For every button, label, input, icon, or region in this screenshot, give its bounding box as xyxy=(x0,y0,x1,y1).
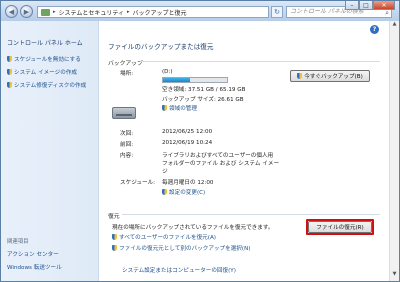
restore-description: 現在の場所にバックアップされているファイルを復元できます。 xyxy=(112,225,274,231)
last-value: 2012/06/19 10:24 xyxy=(162,140,213,146)
select-other-backup-link[interactable]: ファイルの復元元として別のバックアップを選択(N) xyxy=(112,244,250,252)
forward-arrow-icon: ▶ xyxy=(23,7,30,16)
sidebar-item-repair-disc[interactable]: システム修復ディスクの作成 xyxy=(7,81,86,89)
sidebar-item-action-center[interactable]: アクション センター xyxy=(7,250,59,258)
shield-icon xyxy=(112,234,117,240)
vertical-scrollbar[interactable]: ▲ ▼ xyxy=(389,21,399,281)
shield-icon xyxy=(112,245,117,251)
help-icon[interactable]: ? xyxy=(370,25,379,34)
select-other-backup-label: ファイルの復元元として別のバックアップを選択(N) xyxy=(119,246,251,252)
section-divider xyxy=(122,214,380,215)
contents-value-line2: フォルダーのファイル および システム イメー xyxy=(162,161,280,167)
scroll-down-icon[interactable]: ▼ xyxy=(390,271,399,280)
free-space-text: 空き領域: 37.51 GB / 65.19 GB xyxy=(162,87,246,93)
close-button[interactable]: ✕ xyxy=(373,1,395,10)
minimize-button[interactable]: – xyxy=(345,1,359,10)
contents-value-line1: ライブラリおよびすべてのユーザーの個人用 xyxy=(162,153,274,159)
restore-section-heading: 復元 xyxy=(108,214,120,220)
address-bar[interactable]: ▸ システムとセキュリティ ▸ バックアップと復元 xyxy=(37,6,269,18)
forward-button[interactable]: ▶ xyxy=(20,5,33,18)
contents-label: 内容: xyxy=(120,153,134,159)
page-title: ファイルのバックアップまたは復元 xyxy=(108,43,214,51)
restore-files-button[interactable]: ファイルの復元(R) xyxy=(308,221,372,233)
maximize-button[interactable]: □ xyxy=(359,1,373,10)
sidebar-item-label: スケジュールを無効にする xyxy=(14,57,81,63)
change-settings-label: 設定の変更(C) xyxy=(169,190,206,196)
backup-section-heading: バックアップ xyxy=(108,61,143,67)
schedule-label: スケジュール: xyxy=(120,180,156,186)
change-settings-link[interactable]: 設定の変更(C) xyxy=(162,188,205,196)
control-panel-window: ◀ ▶ ▸ システムとセキュリティ ▸ バックアップと復元 ↻ コントロール パ… xyxy=(0,0,400,282)
breadcrumb-separator-icon: ▸ xyxy=(126,9,130,15)
refresh-button[interactable]: ↻ xyxy=(271,6,283,18)
next-label: 次回: xyxy=(120,131,134,137)
back-arrow-icon: ◀ xyxy=(8,7,15,16)
sidebar-home-link[interactable]: コントロール パネル ホーム xyxy=(7,38,83,47)
last-label: 前回: xyxy=(120,142,134,148)
next-value: 2012/06/25 12:00 xyxy=(162,129,213,135)
drive-icon xyxy=(112,107,136,119)
drive-value: (D:) xyxy=(162,69,173,75)
shield-icon xyxy=(7,69,12,75)
breadcrumb-separator-icon: ▸ xyxy=(53,9,56,15)
backup-size-text: バックアップ サイズ: 26.61 GB xyxy=(162,97,244,103)
sidebar: コントロール パネル ホーム スケジュールを無効にする システム イメージの作成… xyxy=(1,21,99,281)
shield-icon xyxy=(7,56,12,62)
main-content: ? ファイルのバックアップまたは復元 バックアップ 場所: (D:) 空き領域:… xyxy=(100,21,390,281)
sidebar-item-label: システム イメージの作成 xyxy=(14,70,78,76)
section-divider xyxy=(140,61,380,62)
shield-icon xyxy=(162,189,167,195)
scroll-up-icon[interactable]: ▲ xyxy=(390,21,399,30)
title-bar: ◀ ▶ ▸ システムとセキュリティ ▸ バックアップと復元 ↻ コントロール パ… xyxy=(1,1,399,21)
schedule-value: 毎週月曜日の 12:00 xyxy=(162,180,214,186)
contents-value-line3: ジ xyxy=(162,169,168,175)
sidebar-item-transfer-tool[interactable]: Windows 転送ツール xyxy=(7,263,62,271)
sidebar-item-label: システム修復ディスクの作成 xyxy=(14,83,87,89)
disk-usage-fill xyxy=(163,78,190,82)
manage-space-link[interactable]: 領域の管理 xyxy=(162,104,197,112)
refresh-icon: ↻ xyxy=(274,8,280,16)
shield-icon xyxy=(162,105,167,111)
backup-now-button[interactable]: 今すぐバックアップ(B) xyxy=(290,70,370,82)
disk-usage-bar xyxy=(162,77,228,83)
location-label: 場所: xyxy=(120,71,134,77)
back-button[interactable]: ◀ xyxy=(5,5,18,18)
window-controls: – □ ✕ xyxy=(345,1,395,10)
related-heading: 関連項目 xyxy=(7,239,29,245)
control-panel-icon xyxy=(41,8,50,16)
sidebar-item-create-image[interactable]: システム イメージの作成 xyxy=(7,68,77,76)
breadcrumb-system-security[interactable]: システムとセキュリティ xyxy=(59,8,124,17)
backup-now-label: 今すぐバックアップ(B) xyxy=(304,74,363,80)
shield-icon xyxy=(7,82,12,88)
manage-space-label: 領域の管理 xyxy=(169,106,197,112)
restore-all-users-label: すべてのユーザーのファイルを復元(A) xyxy=(119,235,216,241)
shield-icon xyxy=(297,73,303,79)
recover-system-link[interactable]: システム設定またはコンピューターの回復(Y) xyxy=(122,266,236,274)
breadcrumb-backup-restore[interactable]: バックアップと復元 xyxy=(133,8,187,17)
sidebar-item-disable-schedule[interactable]: スケジュールを無効にする xyxy=(7,55,81,63)
restore-all-users-link[interactable]: すべてのユーザーのファイルを復元(A) xyxy=(112,233,216,241)
